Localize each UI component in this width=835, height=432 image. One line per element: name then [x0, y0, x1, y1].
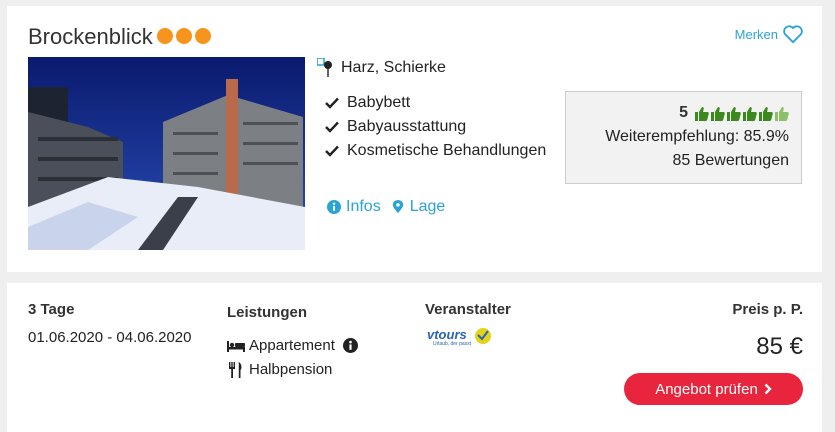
recommendation-rate: Weiterempfehlung: 85.9% — [605, 128, 789, 145]
heart-icon — [783, 25, 803, 44]
thumb-up-icon — [775, 106, 789, 121]
hotel-location: Harz, Schierke — [317, 58, 446, 78]
operator-title: Veranstalter — [425, 301, 511, 318]
amenity-label: Babyausstattung — [347, 118, 467, 135]
price-value: 85 € — [756, 333, 803, 360]
services-title: Leistungen — [227, 304, 308, 321]
board-type: Halbpension — [227, 361, 332, 378]
infos-link[interactable]: Infos — [327, 198, 381, 216]
amenity-label: Kosmetische Behandlungen — [347, 142, 547, 159]
offer-card: 3 Tage 01.06.2020 - 04.06.2020 Leistunge… — [7, 283, 822, 432]
check-icon — [325, 121, 339, 133]
hotel-category-stars — [157, 28, 211, 44]
chevron-right-icon — [764, 383, 772, 395]
check-offer-button[interactable]: Angebot prüfen — [624, 373, 803, 405]
location-marker-icon — [392, 200, 403, 214]
thumb-up-icon — [727, 106, 741, 121]
check-icon — [325, 145, 339, 157]
thumb-up-icon — [695, 106, 709, 121]
vtours-logo: vtours Urlaub, der passt — [427, 327, 493, 354]
hotel-links: Infos Lage — [327, 198, 445, 216]
lage-link-label: Lage — [409, 198, 446, 215]
bookmark-label: Merken — [734, 26, 778, 42]
rating-score-row: 5 — [566, 101, 789, 125]
amenities-list: Babybett Babyausstattung Kosmetische Beh… — [325, 91, 546, 163]
cutlery-icon — [229, 361, 242, 378]
room-type: Appartement — [227, 337, 358, 354]
hotel-card: Brockenblick Merken Harz, Schierke Babyb… — [7, 6, 822, 272]
board-type-label: Halbpension — [249, 361, 333, 378]
check-offer-label: Angebot prüfen — [655, 380, 758, 398]
star-dot-icon — [157, 28, 173, 44]
hotel-name[interactable]: Brockenblick — [28, 24, 153, 50]
bed-icon — [227, 340, 245, 352]
info-icon — [327, 200, 341, 214]
info-icon[interactable] — [342, 338, 358, 353]
hotel-photo-image — [28, 57, 305, 250]
vtours-logo-text: vtours — [427, 327, 467, 342]
amenity-label: Babybett — [347, 94, 411, 111]
lage-link[interactable]: Lage — [391, 198, 446, 216]
amenity-item: Babyausstattung — [325, 115, 546, 139]
room-type-label: Appartement — [249, 337, 335, 354]
thumb-up-icon — [743, 106, 757, 121]
amenity-item: Babybett — [325, 91, 546, 115]
thumb-up-icon — [759, 106, 773, 121]
location-text: Harz, Schierke — [341, 59, 446, 76]
travel-dates: 01.06.2020 - 04.06.2020 — [28, 329, 192, 346]
bookmark-button[interactable]: Merken — [735, 24, 804, 44]
map-pin-icon — [317, 58, 332, 77]
price-title: Preis p. P. — [732, 301, 803, 318]
star-dot-icon — [176, 28, 192, 44]
review-count: 85 Bewertungen — [672, 152, 789, 169]
amenity-item: Kosmetische Behandlungen — [325, 139, 546, 163]
duration-title: 3 Tage — [28, 301, 75, 318]
check-icon — [325, 97, 339, 109]
rating-thumbs — [694, 106, 789, 121]
star-dot-icon — [195, 28, 211, 44]
thumb-up-icon — [711, 106, 725, 121]
hotel-photo[interactable] — [28, 57, 305, 250]
vtours-logo-tagline: Urlaub, der passt — [433, 341, 472, 347]
infos-link-label: Infos — [346, 198, 381, 215]
rating-box[interactable]: 5 Weiterempfehlung: 85.9% 85 Bewertungen — [565, 91, 802, 184]
rating-score: 5 — [679, 104, 688, 121]
